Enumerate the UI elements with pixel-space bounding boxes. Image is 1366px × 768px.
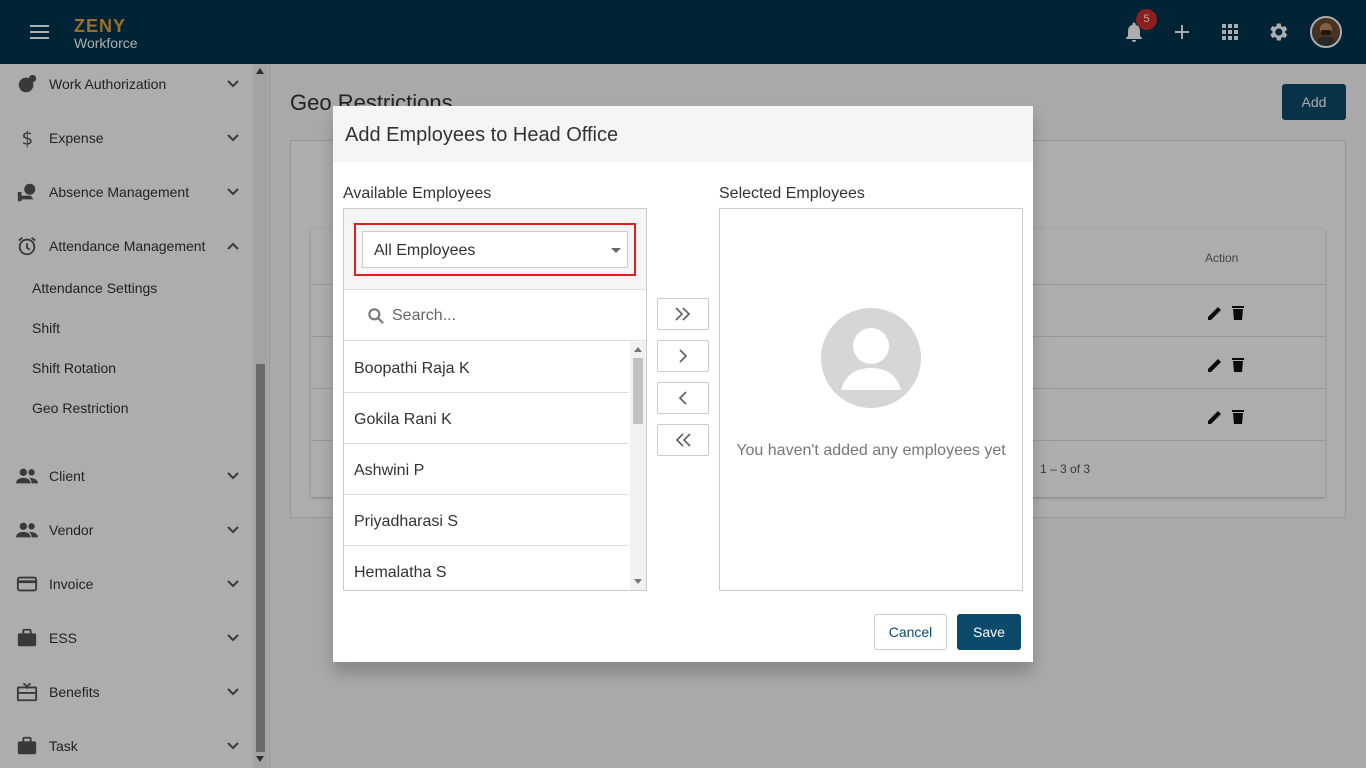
employee-name: Boopathi Raja K <box>354 360 470 377</box>
chevron-left-icon <box>678 391 687 405</box>
move-right-button[interactable] <box>657 340 709 372</box>
available-employees-label: Available Employees <box>343 185 492 202</box>
list-item[interactable]: Ashwini P <box>344 444 629 495</box>
list-item[interactable]: Gokila Rani K <box>344 393 629 444</box>
employee-name: Ashwini P <box>354 462 425 479</box>
employee-filter-value: All Employees <box>374 242 476 259</box>
double-chevron-right-icon <box>675 307 691 321</box>
list-item[interactable]: Priyadharasi S <box>344 495 629 546</box>
list-scrollbar[interactable] <box>630 342 646 590</box>
save-button[interactable]: Save <box>957 614 1021 650</box>
dialog-header: Add Employees to Head Office <box>333 106 1033 162</box>
double-chevron-left-icon <box>675 433 691 447</box>
filter-area: All Employees <box>344 209 646 290</box>
employee-name: Hemalatha S <box>354 564 447 581</box>
employee-filter-select[interactable]: All Employees <box>362 231 628 268</box>
selected-employees-label: Selected Employees <box>719 185 865 202</box>
selected-employees-panel: You haven't added any employees yet <box>719 208 1023 591</box>
available-employees-panel: All Employees Boopathi Raja K Gokila Ran… <box>343 208 647 591</box>
scroll-up-arrow[interactable] <box>634 347 642 352</box>
available-employee-list: Boopathi Raja K Gokila Rani K Ashwini P … <box>344 342 629 590</box>
search-icon <box>368 308 384 324</box>
person-silhouette-icon <box>841 328 901 390</box>
chevron-right-icon <box>679 349 688 363</box>
list-item[interactable]: Boopathi Raja K <box>344 342 629 393</box>
scroll-down-arrow[interactable] <box>634 579 642 584</box>
employee-name: Priyadharasi S <box>354 513 459 530</box>
dialog-title: Add Employees to Head Office <box>345 124 619 146</box>
move-all-right-button[interactable] <box>657 298 709 330</box>
highlight-box: All Employees <box>354 223 636 276</box>
move-all-left-button[interactable] <box>657 424 709 456</box>
dropdown-caret-icon <box>611 248 621 253</box>
add-employees-dialog: Add Employees to Head Office Available E… <box>333 106 1033 662</box>
search-row <box>344 291 646 341</box>
employee-name: Gokila Rani K <box>354 411 452 428</box>
list-item[interactable]: Hemalatha S <box>344 546 629 590</box>
move-left-button[interactable] <box>657 382 709 414</box>
empty-person-icon <box>821 308 921 408</box>
scroll-thumb[interactable] <box>633 358 643 424</box>
cancel-button[interactable]: Cancel <box>874 614 947 650</box>
search-input[interactable] <box>392 303 632 329</box>
empty-state-message: You haven't added any employees yet <box>736 442 1006 459</box>
